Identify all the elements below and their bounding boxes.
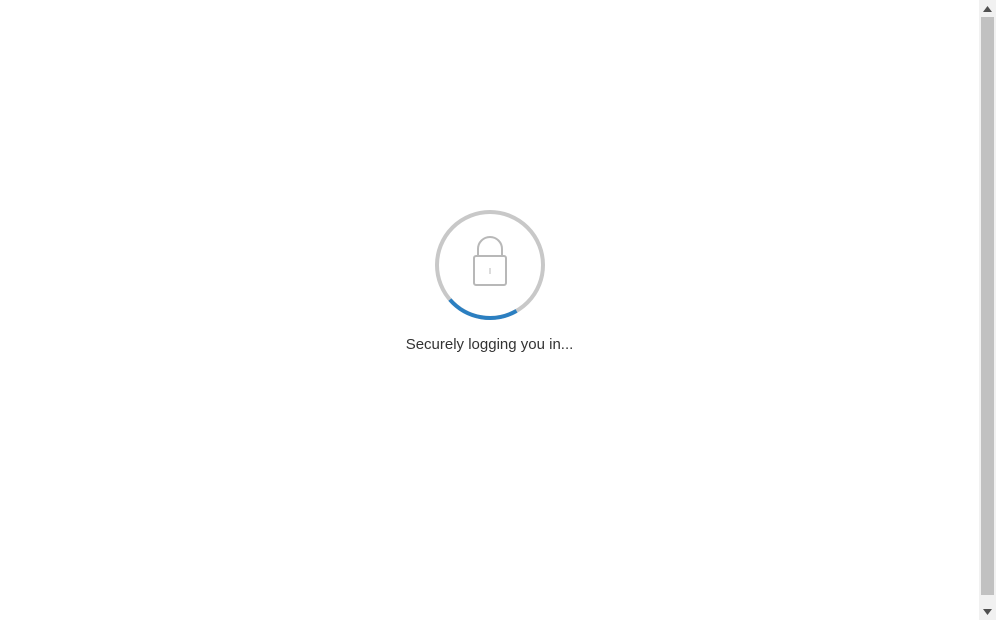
lock-icon bbox=[473, 236, 507, 286]
login-loading-page: Securely logging you in... bbox=[0, 0, 996, 620]
scroll-up-button[interactable] bbox=[979, 0, 996, 17]
main-content: Securely logging you in... bbox=[0, 0, 979, 620]
vertical-scrollbar[interactable] bbox=[979, 0, 996, 620]
triangle-up-icon bbox=[983, 5, 992, 12]
scroll-down-button[interactable] bbox=[979, 603, 996, 620]
spinner-progress-arc bbox=[448, 298, 518, 320]
status-message: Securely logging you in... bbox=[405, 336, 574, 353]
triangle-down-icon bbox=[983, 608, 992, 615]
scrollbar-thumb[interactable] bbox=[981, 17, 994, 595]
loading-spinner bbox=[434, 209, 546, 321]
